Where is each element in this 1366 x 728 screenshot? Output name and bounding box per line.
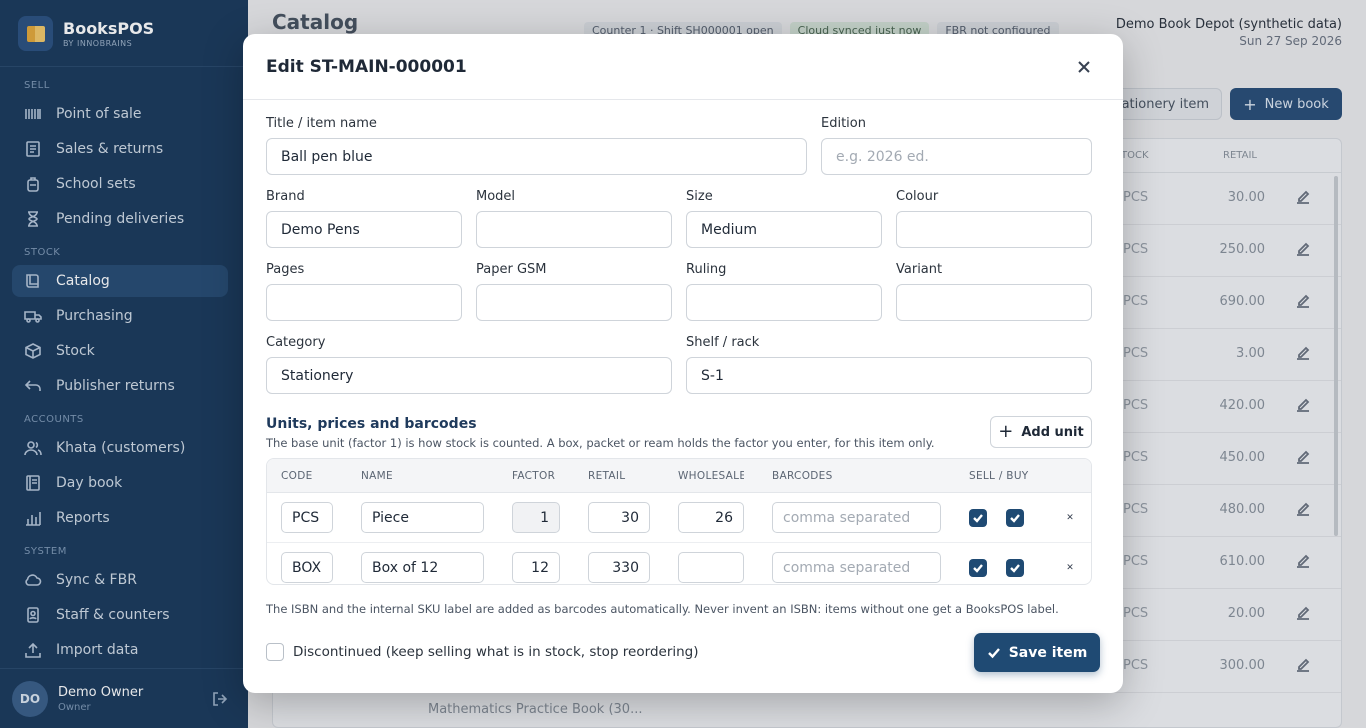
check-icon xyxy=(1010,564,1020,573)
units-table: CODE NAME FACTOR RETAIL WHOLESALE BARCOD… xyxy=(266,458,1092,585)
barcode-note: The ISBN and the internal SKU label are … xyxy=(266,602,1059,616)
pages-label: Pages xyxy=(266,262,305,277)
unit-name-input[interactable] xyxy=(361,502,484,533)
size-input[interactable] xyxy=(686,211,882,248)
title-label: Title / item name xyxy=(266,116,377,131)
col-retail: RETAIL xyxy=(588,470,626,482)
sell-checkbox[interactable] xyxy=(969,509,987,527)
unit-factor-input[interactable] xyxy=(512,502,560,533)
category-label: Category xyxy=(266,335,326,350)
col-barcodes: BARCODES xyxy=(772,470,833,482)
add-unit-label: Add unit xyxy=(1021,424,1084,440)
ruling-label: Ruling xyxy=(686,262,727,277)
buy-checkbox[interactable] xyxy=(1006,509,1024,527)
col-code: CODE xyxy=(281,470,313,482)
discontinued-checkbox[interactable] xyxy=(266,643,284,661)
model-label: Model xyxy=(476,189,516,204)
edition-label: Edition xyxy=(821,116,866,131)
unit-retail-input[interactable] xyxy=(588,552,650,583)
unit-code-input[interactable] xyxy=(281,502,333,533)
add-unit-button[interactable]: + Add unit xyxy=(990,416,1092,448)
buy-checkbox[interactable] xyxy=(1006,559,1024,577)
remove-unit-icon[interactable]: ✕ xyxy=(1063,561,1077,575)
unit-name-input[interactable] xyxy=(361,552,484,583)
units-section-title: Units, prices and barcodes xyxy=(266,416,477,432)
category-input[interactable] xyxy=(266,357,672,394)
unit-row: ✕ xyxy=(267,543,1091,584)
shelf-input[interactable] xyxy=(686,357,1092,394)
edit-item-dialog: Edit ST-MAIN-000001 Title / item name Ed… xyxy=(243,34,1123,693)
unit-code-input[interactable] xyxy=(281,552,333,583)
check-icon xyxy=(1010,514,1020,523)
unit-wholesale-input[interactable] xyxy=(678,502,744,533)
col-wholesale: WHOLESALE xyxy=(678,470,744,482)
discontinued-label[interactable]: Discontinued (keep selling what is in st… xyxy=(293,644,699,660)
paper-gsm-input[interactable] xyxy=(476,284,672,321)
edition-input[interactable] xyxy=(821,138,1092,175)
save-item-label: Save item xyxy=(1008,644,1088,661)
dialog-header: Edit ST-MAIN-000001 xyxy=(243,34,1123,100)
check-icon xyxy=(973,564,983,573)
brand-input[interactable] xyxy=(266,211,462,248)
col-name: NAME xyxy=(361,470,393,482)
colour-input[interactable] xyxy=(896,211,1092,248)
units-table-header: CODE NAME FACTOR RETAIL WHOLESALE BARCOD… xyxy=(267,459,1091,493)
pages-input[interactable] xyxy=(266,284,462,321)
sell-checkbox[interactable] xyxy=(969,559,987,577)
unit-row: ✕ xyxy=(267,493,1091,543)
col-factor: FACTOR xyxy=(512,470,556,482)
ruling-input[interactable] xyxy=(686,284,882,321)
units-section-description: The base unit (factor 1) is how stock is… xyxy=(266,436,935,450)
paper-gsm-label: Paper GSM xyxy=(476,262,547,277)
variant-label: Variant xyxy=(896,262,943,277)
unit-retail-input[interactable] xyxy=(588,502,650,533)
size-label: Size xyxy=(686,189,713,204)
close-icon xyxy=(1078,61,1090,73)
unit-factor-input[interactable] xyxy=(512,552,560,583)
unit-barcodes-input[interactable] xyxy=(772,552,941,583)
unit-wholesale-input[interactable] xyxy=(678,552,744,583)
col-sell-buy: SELL / BUY xyxy=(969,470,1029,482)
check-icon xyxy=(973,514,983,523)
model-input[interactable] xyxy=(476,211,672,248)
dialog-title: Edit ST-MAIN-000001 xyxy=(266,57,467,77)
colour-label: Colour xyxy=(896,189,939,204)
close-button[interactable] xyxy=(1071,54,1097,80)
unit-barcodes-input[interactable] xyxy=(772,502,941,533)
title-input[interactable] xyxy=(266,138,807,175)
plus-icon: + xyxy=(998,421,1014,442)
remove-unit-icon[interactable]: ✕ xyxy=(1063,511,1077,525)
check-icon xyxy=(987,647,1000,658)
save-item-button[interactable]: Save item xyxy=(974,633,1100,672)
brand-label: Brand xyxy=(266,189,305,204)
shelf-label: Shelf / rack xyxy=(686,335,760,350)
variant-input[interactable] xyxy=(896,284,1092,321)
